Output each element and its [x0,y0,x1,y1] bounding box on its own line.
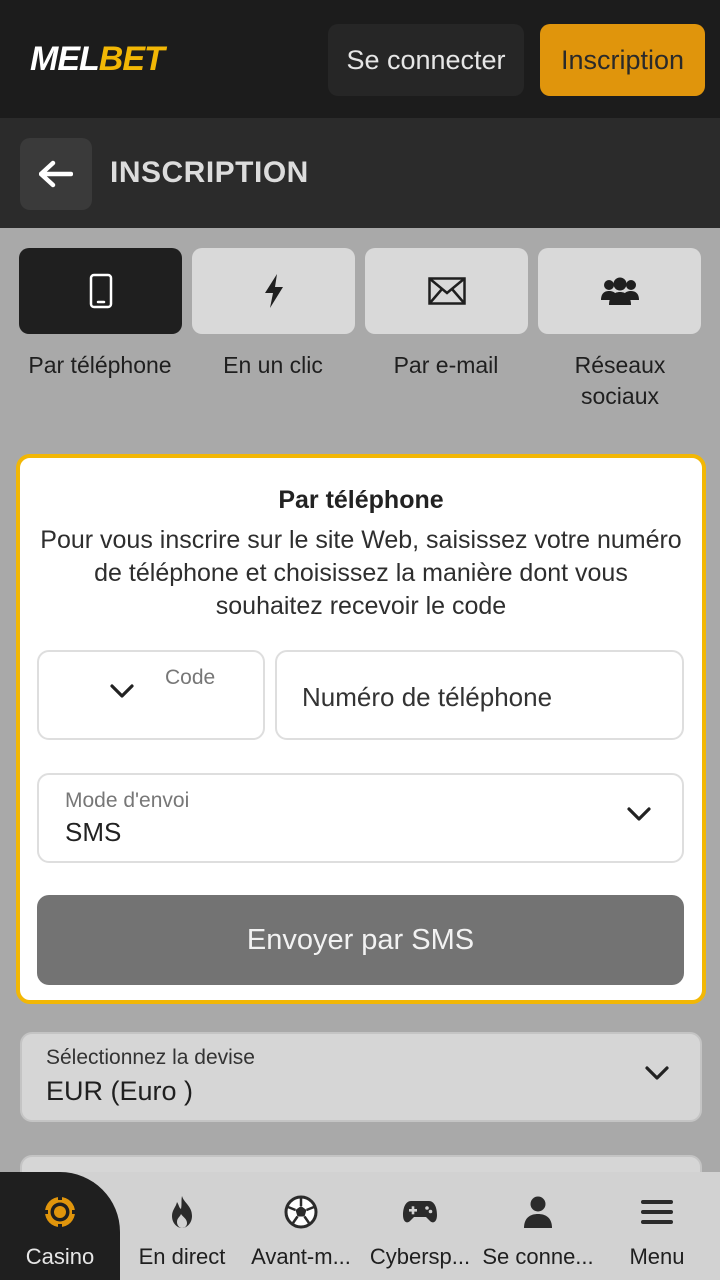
casino-chip-icon [43,1195,77,1229]
delivery-mode-label: Mode d'envoi [65,789,190,812]
tab-by-phone[interactable] [19,248,182,334]
nav-label-pre-match: Avant-m... [251,1244,351,1269]
tab-one-click[interactable] [192,248,355,334]
currency-select[interactable]: Sélectionnez la devise EUR (Euro ) [20,1032,702,1122]
top-bar: MELBET Se connecter Inscription [0,0,720,118]
send-sms-button[interactable]: Envoyer par SMS [37,895,684,985]
country-code-select[interactable]: Code [37,650,265,740]
phone-icon [89,273,112,309]
phone-registration-card: Par téléphone Pour vous inscrire sur le … [16,454,706,1004]
user-icon [524,1196,552,1228]
nav-casino[interactable]: Casino [0,1172,120,1280]
melbet-logo[interactable]: MELBET [30,40,165,79]
tab-label-by-phone: Par téléphone [28,352,172,378]
arrow-left-icon [39,160,73,188]
nav-label-casino: Casino [25,1244,95,1269]
flame-icon [172,1196,192,1228]
users-icon [600,277,639,305]
register-button[interactable]: Inscription [540,24,705,96]
envelope-icon [427,277,466,305]
form-description: Pour vous inscrire sur le site Web, sais… [40,526,682,620]
nav-pre-match[interactable]: Avant-m... [240,1172,362,1280]
back-button[interactable] [20,138,92,210]
phone-number-input[interactable]: Numéro de téléphone [275,650,684,740]
gamepad-icon [403,1201,437,1223]
chevron-down-icon [627,807,651,821]
chevron-down-icon [110,684,134,698]
nav-login[interactable]: Se conne... [478,1172,598,1280]
currency-value: EUR (Euro ) [46,1076,194,1106]
nav-label-login: Se conne... [482,1244,594,1269]
nav-label-menu: Menu [629,1244,685,1269]
bottom-navigation: Casino En direct Avant-m... Cybersp... S… [0,1172,720,1280]
nav-label-live: En direct [138,1244,226,1269]
delivery-mode-select[interactable]: Mode d'envoi SMS [37,773,684,863]
nav-label-cybersport: Cybersp... [369,1244,471,1269]
tab-label-by-email: Par e-mail [393,352,499,378]
tab-by-email[interactable] [365,248,528,334]
lightning-icon [264,274,283,308]
soccer-ball-icon [284,1195,318,1229]
nav-menu[interactable]: Menu [597,1172,717,1280]
title-bar: INSCRIPTION [0,118,720,228]
tab-social-networks[interactable] [538,248,701,334]
nav-cybersport[interactable]: Cybersp... [359,1172,481,1280]
hamburger-icon [641,1200,673,1224]
tab-label-social-networks: Réseaux sociaux [574,352,666,409]
page-title: INSCRIPTION [110,156,309,189]
login-button[interactable]: Se connecter [328,24,524,96]
delivery-mode-value: SMS [65,817,122,847]
currency-label: Sélectionnez la devise [46,1046,255,1069]
chevron-down-icon [645,1066,669,1080]
phone-number-placeholder: Numéro de téléphone [302,682,553,712]
tab-label-one-click: En un clic [223,352,323,378]
code-label: Code [165,666,216,689]
nav-live[interactable]: En direct [122,1172,242,1280]
form-title: Par téléphone [278,486,444,514]
